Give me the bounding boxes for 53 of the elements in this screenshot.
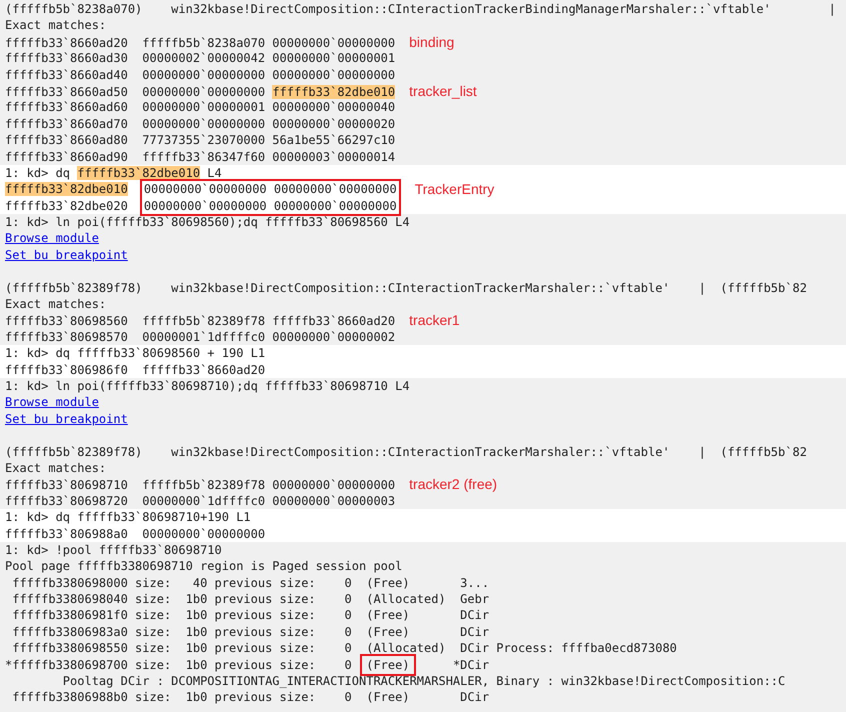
console-text: L4 (206, 166, 222, 180)
console-text: fffffb33`80698720 00000000`1dffffc0 00000000`00000003 (5, 494, 396, 508)
console-text: fffffb33`8660ad60 00000000`00000001 00000000`00000040 (5, 100, 396, 114)
highlighted-address: fffffb33`82dbe010 (5, 182, 128, 196)
console-text: 1: kd> !pool fffffb33`80698710 (5, 542, 222, 557)
console-text: 1: kd> dq fffffb33`80698560 + 190 L1 (5, 346, 266, 360)
highlighted-address: fffffb33`82dbe010 (77, 166, 200, 180)
console-text: (fffffb5b`82389f78) win32kbase!DirectComposition::CInteractionTrackerMarshaler::`vftable' | (fffffb5b`82 (5, 280, 807, 295)
console-text: fffffb33`80698570 00000001`1dffffc0 00000000`00000002 (5, 330, 396, 344)
annotation-label: tracker1 (409, 312, 460, 328)
console-text: Exact matches: (5, 460, 106, 475)
link[interactable]: Set bu breakpoint (5, 412, 128, 426)
boxed-text: (Free) (360, 654, 416, 676)
console-text: 1: kd> dq fffffb33`80698710+190 L1 (5, 510, 251, 524)
annotation-label: tracker_list (409, 82, 477, 99)
console-text: (fffffb5b`8238a070) win32kbase!DirectComposition::CInteractionTrackerBindingManagerMarshaler::`vftable' | (5, 2, 836, 16)
highlighted-address: fffffb33`82dbe010 (272, 84, 396, 99)
console-text: *DCir (452, 658, 490, 672)
console-text: fffffb33806981f0 size: 1b0 previous size: 0 (Free) DCir (11, 608, 490, 622)
console-text: fffffb33`8660ad90 fffffb33`86347f60 00000003`00000014 (5, 150, 396, 164)
console-text: fffffb3380698000 size: 40 previous size: 0 (Free) 3... (11, 576, 490, 590)
console-text: fffffb33`82dbe020 (5, 198, 128, 213)
console-text: 1: kd> ln poi(fffffb33`80698710);dq fffffb33`80698710 L4 (5, 379, 410, 393)
console-text: Exact matches: (5, 297, 106, 312)
console-text: fffffb33`8660ad30 00000002`00000042 00000000`00000001 (5, 51, 396, 66)
console-text: fffffb3380698040 size: 1b0 previous size: 0 (Allocated) Gebr (11, 592, 490, 606)
console-text: fffffb33`806986f0 fffffb33`8660ad20 (5, 362, 266, 377)
console-text: fffffb33`8660ad70 00000000`00000000 00000000`00000020 (5, 116, 396, 131)
console-text: 1: kd> ln poi(fffffb33`80698560);dq fffffb33`80698560 L4 (5, 215, 410, 230)
console-text: fffffb33`8660ad20 fffffb5b`8238a070 00000000`00000000 (5, 36, 396, 50)
console-text: Pool page fffffb3380698710 region is Paged session pool (5, 559, 402, 574)
link[interactable]: Browse module (5, 395, 99, 410)
console-text: fffffb33`8660ad50 00000000`00000000 (5, 84, 266, 99)
annotation-label: binding (409, 34, 454, 50)
annotation-label: TrackerEntry (414, 181, 494, 198)
console-text: fffffb33`806988a0 00000000`00000000 (5, 526, 266, 541)
console-text: fffffb33`80698560 fffffb5b`82389f78 fffffb33`8660ad20 (5, 314, 396, 328)
console-text: fffffb3380698550 size: 1b0 previous size: 0 (Allocated) DCir Process: ffffba0ecd873080 (11, 641, 677, 656)
console-text: fffffb33806988b0 size: 1b0 previous size: 0 (Free) DCir (11, 690, 490, 704)
console-text: 00000000`00000000 00000000`00000000 (144, 182, 397, 196)
console-text: fffffb33`8660ad80 77737355`23070000 56a1be55`66297c10 (5, 133, 396, 148)
console-text: Pooltag DCir : DCOMPOSITIONTAG_INTERACTIONTRACKERMARSHALER, Binary : win32kbase!DirectComposition::C (62, 674, 786, 688)
console-text: *fffffb3380698700 size: 1b0 previous size: 0 (5, 658, 353, 672)
console-text: fffffb33`8660ad40 00000000`00000000 00000000`00000000 (5, 68, 396, 82)
link[interactable]: Set bu breakpoint (5, 248, 128, 262)
annotation-label: tracker2 (free) (409, 476, 498, 492)
link[interactable]: Browse module (5, 231, 99, 246)
console-text: fffffb33`80698710 fffffb5b`82389f78 00000000`00000000 (5, 478, 396, 492)
console-text: fffffb33806983a0 size: 1b0 previous size: 0 (Free) DCir (11, 624, 490, 639)
console-text: Exact matches: (5, 18, 106, 32)
console-text: 00000000`00000000 00000000`00000000 (144, 198, 397, 213)
console-text: (fffffb5b`82389f78) win32kbase!DirectComposition::CInteractionTrackerMarshaler::`vftable' | (fffffb5b`82 (5, 444, 807, 459)
console-text: 1: kd> dq (5, 166, 72, 180)
